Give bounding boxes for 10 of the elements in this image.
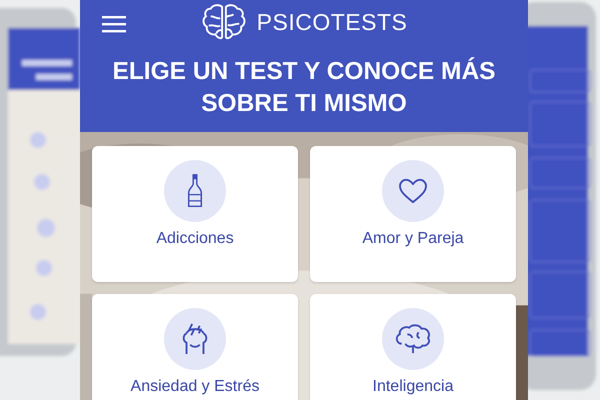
test-card[interactable]: Inteligencia bbox=[310, 294, 516, 400]
brain-icon bbox=[200, 3, 247, 41]
headline: ELIGE UN TEST Y CONOCE MÁS SOBRE TI MISMO bbox=[112, 56, 496, 119]
test-card[interactable]: Amor y Pareja bbox=[310, 146, 516, 282]
test-card[interactable]: Adicciones bbox=[92, 146, 298, 282]
menu-icon[interactable] bbox=[102, 15, 126, 33]
brain-icon bbox=[394, 323, 432, 355]
test-card[interactable]: Ansiedad y Estrés bbox=[92, 294, 298, 400]
app-title: PSICOTESTS bbox=[256, 8, 408, 36]
heart-icon bbox=[398, 178, 428, 204]
